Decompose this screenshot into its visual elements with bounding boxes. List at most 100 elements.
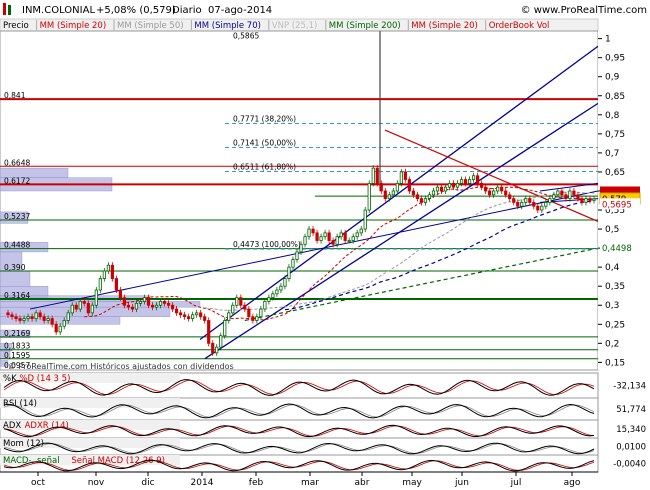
candle-body bbox=[42, 316, 46, 321]
candle-body bbox=[239, 297, 243, 306]
candle-body bbox=[62, 320, 66, 327]
y-tick-label: 0,85 bbox=[605, 92, 625, 102]
candle-body bbox=[303, 236, 307, 245]
candle-body bbox=[395, 182, 399, 192]
legend-item: MM (Simple 70) bbox=[194, 21, 261, 31]
candle-body bbox=[524, 198, 528, 203]
candle-body bbox=[540, 205, 544, 211]
fib-label: 0,5865 bbox=[233, 32, 259, 41]
candle-body bbox=[10, 314, 14, 318]
candle-body bbox=[467, 179, 472, 184]
y-tick-label: 0,9 bbox=[605, 73, 620, 83]
candle-body bbox=[311, 228, 315, 234]
candle-body bbox=[195, 312, 199, 316]
candle-body bbox=[255, 316, 259, 321]
candle-body bbox=[118, 289, 122, 299]
candle-body bbox=[403, 171, 407, 180]
level-label: 0,390 bbox=[4, 263, 26, 272]
candle-body bbox=[90, 304, 94, 314]
candle-body bbox=[199, 312, 203, 318]
candle-body bbox=[162, 301, 167, 304]
indicator-value: 51,774 bbox=[616, 405, 646, 415]
indicator-value: -32,134 bbox=[613, 382, 646, 392]
candle-body bbox=[488, 190, 492, 196]
candle-body bbox=[291, 259, 295, 268]
watermark: © ProRealTime.com Históricos ajustados c… bbox=[8, 361, 234, 371]
candle-body bbox=[351, 236, 355, 241]
candle-body bbox=[283, 278, 287, 287]
volume-profile-bar bbox=[0, 270, 31, 287]
candle-body bbox=[423, 198, 428, 203]
candle-body bbox=[387, 194, 391, 199]
x-tick-label: jun bbox=[454, 478, 469, 488]
level-label: 0,1595 bbox=[4, 351, 30, 360]
candle-body bbox=[576, 194, 580, 199]
candle-body bbox=[14, 316, 18, 319]
candle-body bbox=[183, 314, 187, 318]
fib-label: 0,7141 (50,00%) bbox=[233, 139, 296, 148]
date-label: 07-ago-2014 bbox=[208, 5, 272, 16]
candle-body bbox=[74, 304, 78, 310]
candle-body bbox=[375, 167, 379, 184]
candle-body bbox=[267, 297, 271, 302]
indicator-value: 15,340 bbox=[616, 425, 646, 435]
candle-body bbox=[568, 190, 572, 199]
candle-body bbox=[30, 316, 34, 319]
y-tick-label: 0,3 bbox=[605, 301, 619, 311]
candle-body bbox=[26, 316, 30, 319]
level-label: 0,1833 bbox=[4, 342, 30, 351]
candle-body bbox=[383, 190, 387, 199]
candle-body bbox=[235, 297, 239, 306]
candle-body bbox=[179, 312, 183, 316]
candle-body bbox=[427, 194, 432, 199]
chart-root: INM.COLONIAL +5,08% (0,579) Diario 07-ag… bbox=[0, 0, 650, 490]
indicator-label: Mom (12) bbox=[3, 439, 44, 449]
candle-body bbox=[415, 194, 419, 199]
legend-item: MM (Simple 20) bbox=[40, 21, 107, 31]
candle-body bbox=[259, 308, 263, 318]
level-label: 0,2169 bbox=[4, 329, 30, 338]
header-bar: INM.COLONIAL +5,08% (0,579) Diario 07-ag… bbox=[0, 0, 650, 19]
candle-body bbox=[327, 232, 331, 241]
candle-body bbox=[126, 304, 131, 308]
level-label: 0,3164 bbox=[4, 291, 30, 300]
candle-body bbox=[484, 186, 488, 192]
candle-body bbox=[492, 190, 496, 196]
candle-body bbox=[287, 266, 291, 279]
candle-body bbox=[584, 198, 588, 203]
period-label: Diario bbox=[172, 5, 202, 16]
candle-body bbox=[275, 289, 279, 295]
price-change: +5,08% (0,579) bbox=[96, 5, 176, 16]
candle-body bbox=[142, 297, 147, 302]
fib-label: 0,7771 (38,20%) bbox=[233, 115, 296, 124]
candle-body bbox=[544, 202, 548, 207]
candle-body bbox=[552, 194, 556, 199]
candle-body bbox=[307, 228, 311, 238]
volume-profile-bar bbox=[0, 306, 171, 317]
candle-body bbox=[174, 308, 179, 314]
candle-body bbox=[455, 182, 460, 188]
candle-body bbox=[86, 302, 90, 314]
candle-body bbox=[110, 264, 114, 279]
candle-body bbox=[459, 179, 464, 184]
candle-body bbox=[70, 304, 74, 314]
y-tick-label: 0,4 bbox=[605, 263, 620, 273]
candle-body bbox=[102, 270, 106, 279]
candle-body bbox=[146, 297, 151, 306]
y-tick-label: 0,35 bbox=[605, 282, 625, 292]
candle-body bbox=[439, 186, 444, 192]
candle-body bbox=[34, 312, 38, 319]
candle-body bbox=[560, 190, 564, 196]
y-tick-label: 0,5 bbox=[605, 225, 619, 235]
candle-body bbox=[588, 198, 592, 201]
y-tick-label: 0,95 bbox=[605, 54, 625, 64]
legend-item: OrderBook Vol bbox=[489, 21, 550, 31]
candle-body bbox=[38, 312, 42, 318]
candle-body bbox=[391, 190, 395, 196]
y-tick-label: 0,7 bbox=[605, 149, 619, 159]
level-label: 0,6172 bbox=[4, 176, 30, 185]
candle-body bbox=[512, 198, 516, 203]
symbol-name: INM.COLONIAL bbox=[22, 5, 95, 16]
candle-body bbox=[295, 251, 299, 260]
candle-body bbox=[166, 302, 171, 306]
